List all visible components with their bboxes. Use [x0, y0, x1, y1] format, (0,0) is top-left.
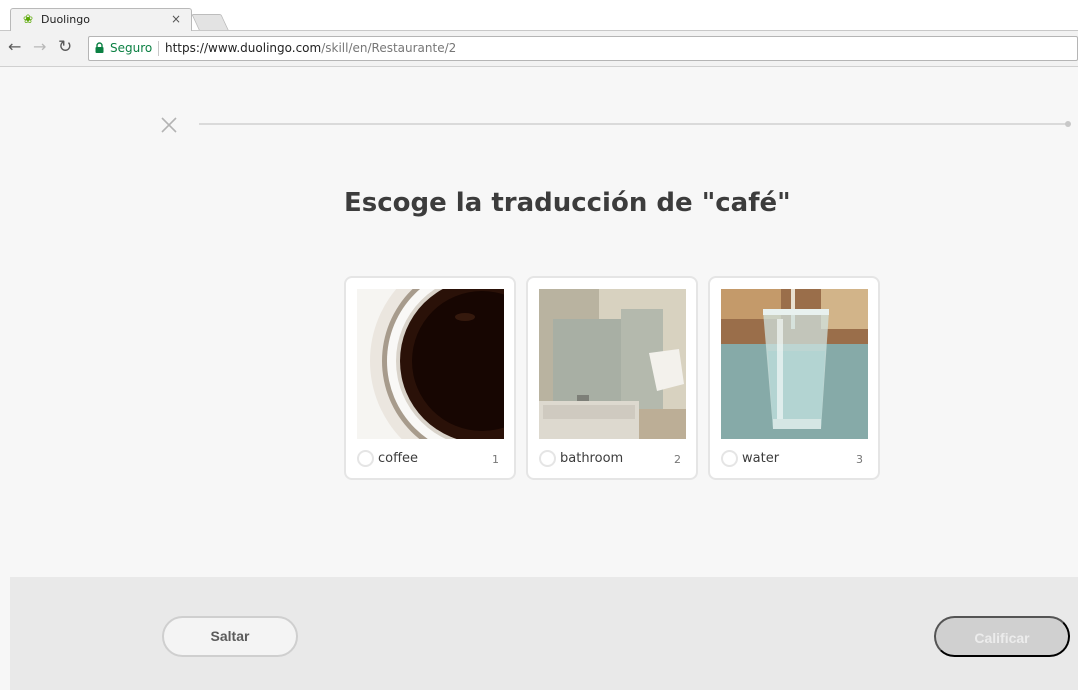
secure-label: Seguro: [110, 41, 153, 55]
new-tab-button[interactable]: [191, 14, 229, 30]
url-host: https://www.duolingo.com: [165, 41, 322, 55]
choice-card-water[interactable]: water 3: [708, 276, 880, 480]
url-path: /skill/en/Restaurante/2: [321, 41, 457, 55]
browser-tab[interactable]: ❀ Duolingo ×: [10, 8, 192, 31]
url-text[interactable]: https://www.duolingo.com/skill/en/Restau…: [165, 41, 456, 56]
bathroom-image: [539, 289, 686, 439]
progress-end-dot: [1065, 121, 1071, 127]
choice-radio[interactable]: [721, 450, 738, 467]
check-button[interactable]: Calificar: [934, 616, 1070, 657]
lock-icon: [95, 42, 104, 53]
choice-radio[interactable]: [539, 450, 556, 467]
coffee-cup-image: [357, 289, 504, 439]
water-glass-image: [721, 289, 868, 439]
choice-shortcut-number: 1: [492, 453, 499, 466]
choice-shortcut-number: 2: [674, 453, 681, 466]
choice-word: bathroom: [560, 451, 624, 466]
back-arrow-icon[interactable]: ←: [8, 38, 21, 56]
choice-card-coffee[interactable]: coffee 1: [344, 276, 516, 480]
lesson-progress-bar: [199, 121, 1071, 127]
choice-card-bathroom[interactable]: bathroom 2: [526, 276, 698, 480]
choice-word: coffee: [378, 451, 419, 466]
close-lesson-icon[interactable]: [160, 116, 178, 134]
forward-arrow-icon[interactable]: →: [33, 38, 46, 56]
choice-word: water: [742, 451, 780, 466]
address-bar[interactable]: Seguro https://www.duolingo.com/skill/en…: [88, 36, 1078, 61]
tab-close-icon[interactable]: ×: [171, 12, 181, 26]
tab-title: Duolingo: [41, 13, 90, 26]
choice-shortcut-number: 3: [856, 453, 863, 466]
reload-icon[interactable]: ↻: [58, 38, 72, 56]
choice-radio[interactable]: [357, 450, 374, 467]
browser-toolbar: ← → ↻ Seguro https://www.duolingo.com/sk…: [0, 31, 1078, 67]
duolingo-owl-icon: ❀: [23, 12, 34, 26]
skip-button[interactable]: Saltar: [162, 616, 298, 657]
challenge-prompt: Escoge la traducción de "café": [344, 188, 791, 218]
address-separator: [158, 41, 159, 56]
browser-tabstrip: ❀ Duolingo ×: [0, 0, 1078, 31]
